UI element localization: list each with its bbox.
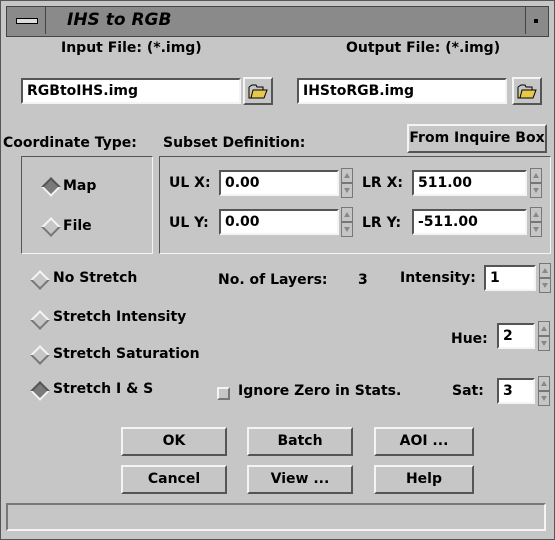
lr-y-label: LR Y: xyxy=(362,215,402,231)
sat-field[interactable]: 3 xyxy=(497,378,535,404)
lr-x-label: LR X: xyxy=(362,175,403,191)
minimize-button[interactable] xyxy=(525,7,548,34)
map-option-label: Map xyxy=(63,178,97,194)
window-title: IHS to RGB xyxy=(67,10,172,30)
no-stretch-label: No Stretch xyxy=(53,270,138,286)
input-browse-button[interactable] xyxy=(243,77,273,105)
stretch-i-s-label: Stretch I & S xyxy=(53,381,154,397)
window-menu-button[interactable] xyxy=(7,7,46,34)
output-file-label: Output File: (*.img) xyxy=(346,40,501,56)
sat-spinner[interactable] xyxy=(538,376,550,406)
hue-label: Hue: xyxy=(451,331,488,347)
lr-x-spinner[interactable] xyxy=(530,168,542,198)
radio-no-stretch[interactable] xyxy=(30,270,50,290)
intensity-spinner[interactable] xyxy=(539,263,551,293)
ul-x-label: UL X: xyxy=(169,175,211,191)
input-file-label: Input File: (*.img) xyxy=(61,40,202,56)
help-button[interactable]: Help xyxy=(374,465,474,494)
folder-open-icon xyxy=(517,84,537,99)
minimize-icon xyxy=(534,19,538,23)
intensity-label: Intensity: xyxy=(400,270,476,286)
status-bar xyxy=(6,503,546,531)
lr-y-field[interactable]: -511.00 xyxy=(412,209,527,235)
coordinate-type-label: Coordinate Type: xyxy=(3,135,137,151)
ul-x-spinner[interactable] xyxy=(341,168,353,198)
ignore-zero-label: Ignore Zero in Stats. xyxy=(238,383,402,399)
intensity-field[interactable]: 1 xyxy=(484,265,536,291)
ul-y-field[interactable]: 0.00 xyxy=(219,209,339,235)
view-button[interactable]: View ... xyxy=(247,465,353,494)
stretch-saturation-label: Stretch Saturation xyxy=(53,346,200,362)
aoi-button[interactable]: AOI ... xyxy=(374,427,474,456)
ihs-to-rgb-dialog: IHS to RGB Input File: (*.img) Output Fi… xyxy=(0,0,555,540)
hue-field[interactable]: 2 xyxy=(497,323,535,349)
title-bar[interactable]: IHS to RGB xyxy=(6,6,549,37)
sat-label: Sat: xyxy=(452,383,484,399)
coordinate-type-group xyxy=(21,156,153,254)
lr-y-spinner[interactable] xyxy=(530,207,542,237)
cancel-button[interactable]: Cancel xyxy=(121,465,227,494)
layers-label: No. of Layers: xyxy=(218,272,328,288)
ignore-zero-checkbox[interactable] xyxy=(217,387,230,400)
radio-stretch-intensity[interactable] xyxy=(30,310,50,330)
stretch-intensity-label: Stretch Intensity xyxy=(53,309,187,325)
output-file-field[interactable]: IHStoRGB.img xyxy=(297,78,507,104)
ok-button[interactable]: OK xyxy=(121,427,227,456)
hue-spinner[interactable] xyxy=(538,321,550,351)
batch-button[interactable]: Batch xyxy=(247,427,353,456)
radio-stretch-saturation[interactable] xyxy=(30,345,50,365)
ul-x-field[interactable]: 0.00 xyxy=(219,170,339,196)
layers-value: 3 xyxy=(358,272,368,288)
input-file-field[interactable]: RGBtoIHS.img xyxy=(21,78,241,104)
lr-x-field[interactable]: 511.00 xyxy=(412,170,527,196)
subset-definition-label: Subset Definition: xyxy=(163,135,306,151)
radio-stretch-i-s[interactable] xyxy=(30,381,50,401)
folder-open-icon xyxy=(248,84,268,99)
output-browse-button[interactable] xyxy=(512,77,542,105)
window-menu-icon xyxy=(16,18,38,24)
file-option-label: File xyxy=(63,218,92,234)
ul-y-label: UL Y: xyxy=(169,215,209,231)
from-inquire-box-button[interactable]: From Inquire Box xyxy=(407,124,547,153)
ul-y-spinner[interactable] xyxy=(341,207,353,237)
